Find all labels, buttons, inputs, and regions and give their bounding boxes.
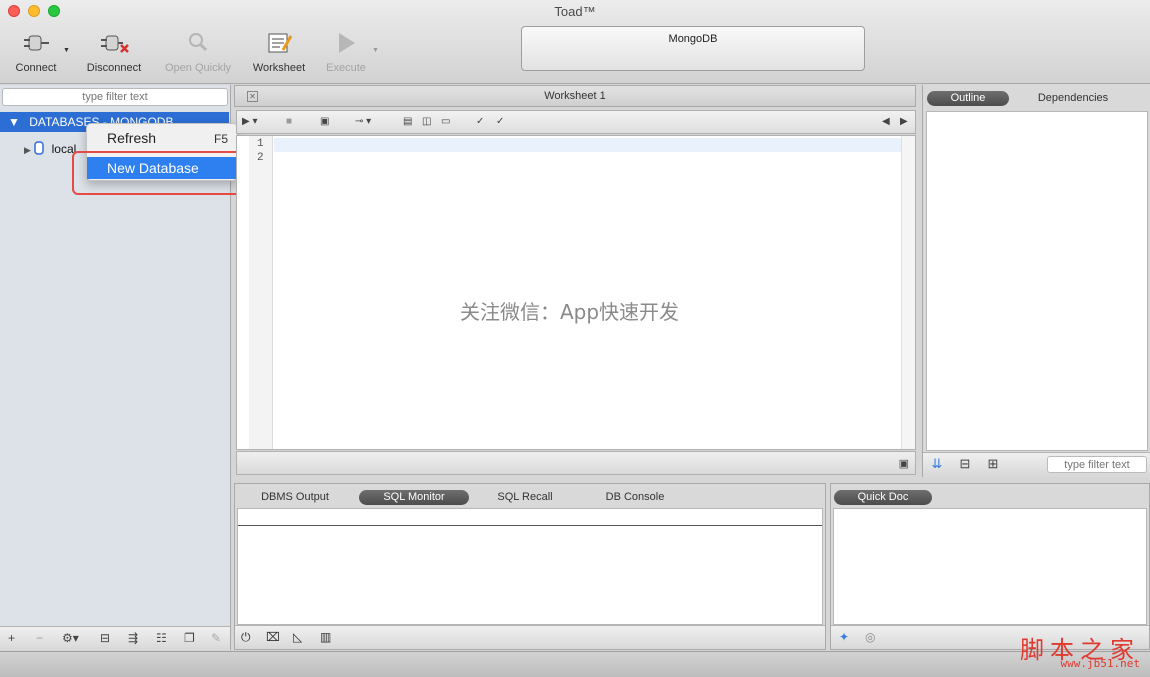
navigator-bottom-bar: + − ⚙▾ ⊟ ⇶ ☷ ❐ ✎ <box>0 626 230 650</box>
collapse-icon[interactable]: ⊟ <box>100 631 110 645</box>
outline-filter-input[interactable] <box>1047 456 1147 473</box>
line-number: 1 <box>257 138 264 150</box>
disconnect-plug-icon <box>101 35 129 53</box>
target-icon[interactable]: ◎ <box>865 630 875 644</box>
connection-name: MongoDB <box>668 33 718 45</box>
layout-split-icon[interactable]: ◫ <box>422 116 431 127</box>
divider <box>238 525 822 526</box>
edit-icon[interactable]: ✎ <box>211 631 221 645</box>
worksheet-status-bar: ▣ <box>236 451 916 475</box>
window-status-bar <box>0 651 1150 677</box>
line-number: 2 <box>257 152 264 164</box>
chart-icon[interactable]: ◺ <box>293 630 302 644</box>
database-icon <box>34 141 45 155</box>
expand-all-icon[interactable]: ⊞ <box>985 456 1001 472</box>
tab-dependencies[interactable]: Dependencies <box>1027 91 1119 106</box>
plug-icon <box>24 35 49 51</box>
worksheet-toolbar: ▶ ▾ ■ ▣ ⊸ ▾ ▤ ◫ ▭ ✓ ✓ ◀ ▶ <box>236 110 916 134</box>
copy-icon[interactable]: ❐ <box>184 631 195 645</box>
execute-dropdown-icon[interactable]: ▼ <box>372 47 379 54</box>
gear-icon[interactable]: ⚙▾ <box>62 631 79 645</box>
merge-icon[interactable]: ⇶ <box>128 631 138 645</box>
connect-button[interactable]: Connect <box>12 30 60 74</box>
add-icon[interactable]: + <box>8 631 15 645</box>
pin-icon[interactable]: ✦ <box>839 630 849 644</box>
line-number-gutter <box>249 136 273 449</box>
output-content <box>237 508 823 625</box>
current-line-highlight <box>274 138 902 152</box>
navigator-filter-input[interactable] <box>2 88 228 106</box>
worksheet-button[interactable]: Worksheet <box>248 30 310 74</box>
editor-scrollbar[interactable] <box>901 136 915 449</box>
lock-icon[interactable]: ▥ <box>320 630 331 644</box>
power-icon[interactable]: ⏻ <box>241 630 251 645</box>
comment-icon[interactable]: ✓ <box>476 116 484 127</box>
menu-item-label: Refresh <box>107 130 157 146</box>
tab-quick-doc[interactable]: Quick Doc <box>834 490 932 505</box>
connect-dropdown-icon[interactable]: ▼ <box>63 47 70 54</box>
tab-dbms-output[interactable]: DBMS Output <box>247 490 343 505</box>
disconnect-button[interactable]: Disconnect <box>82 30 146 74</box>
outline-content <box>926 111 1148 451</box>
output-bottom-bar: ⏻ ⌧ ◺ ▥ <box>235 625 825 649</box>
run-menu-icon[interactable]: ▶ ▾ <box>242 116 258 127</box>
tab-db-console[interactable]: DB Console <box>591 490 679 505</box>
back-arrow-icon[interactable]: ◀ <box>882 116 890 127</box>
layout-full-icon[interactable]: ▤ <box>403 116 412 127</box>
forward-arrow-icon[interactable]: ▶ <box>900 116 908 127</box>
outline-bottom-bar: ⇊ ⊟ ⊞ <box>923 452 1150 476</box>
sort-icon[interactable]: ⇊ <box>929 456 945 472</box>
remove-icon[interactable]: − <box>36 631 43 645</box>
tab-worksheet-1[interactable]: Worksheet 1 <box>235 90 915 102</box>
connection-selector[interactable]: MongoDB <box>521 26 865 71</box>
tree-item-local[interactable]: ▶ local <box>24 141 76 156</box>
expand-arrow-icon[interactable]: ▼ <box>8 115 20 129</box>
terminal-icon[interactable]: ▣ <box>320 116 329 127</box>
uncomment-icon[interactable]: ✓ <box>496 116 504 127</box>
window-toolbar: Toad™ Connect ▼ Disconnect Open Quickly <box>0 0 1150 84</box>
site-url-watermark: www.jb51.net <box>1060 657 1140 670</box>
menu-item-shortcut: F5 <box>213 132 228 146</box>
disclosure-triangle-icon[interactable]: ▶ <box>24 145 31 155</box>
stop-icon[interactable]: ■ <box>286 116 292 127</box>
sql-editor[interactable]: 1 2 关注微信：App快速开发 <box>236 135 916 450</box>
quick-doc-content <box>833 508 1147 625</box>
connect-label: Connect <box>15 62 57 74</box>
clear-icon[interactable]: ⌧ <box>266 630 280 644</box>
menu-item-refresh[interactable]: Refresh F5 <box>87 127 237 149</box>
tab-sql-monitor[interactable]: SQL Monitor <box>359 490 469 505</box>
worksheet-icon <box>268 33 293 53</box>
worksheet-label: Worksheet <box>252 62 306 74</box>
disconnect-label: Disconnect <box>86 62 142 74</box>
play-icon <box>339 33 355 53</box>
output-panel: DBMS Output SQL Monitor SQL Recall DB Co… <box>234 483 826 650</box>
tab-outline[interactable]: Outline <box>927 91 1009 106</box>
open-quickly-button[interactable]: Open Quickly <box>160 30 236 74</box>
maximize-icon[interactable]: ▣ <box>899 457 909 470</box>
hierarchy-icon[interactable]: ☷ <box>156 631 167 645</box>
quick-doc-panel: Quick Doc ✦ ◎ <box>830 483 1150 650</box>
layout-bottom-icon[interactable]: ▭ <box>441 116 450 127</box>
window-title: Toad™ <box>554 4 596 19</box>
worksheet-tab-bar: ✕ Worksheet 1 <box>234 85 916 107</box>
execute-label: Execute <box>326 62 366 74</box>
execute-button[interactable]: Execute <box>322 30 370 74</box>
watermark-text: 关注微信：App快速开发 <box>459 300 680 324</box>
tab-sql-recall[interactable]: SQL Recall <box>485 490 565 505</box>
outline-panel: Outline Dependencies ⇊ ⊟ ⊞ <box>922 85 1150 477</box>
magnifier-icon <box>189 33 208 52</box>
annotation-highlight-box <box>72 151 252 195</box>
collapse-all-icon[interactable]: ⊟ <box>957 456 973 472</box>
open-quickly-label: Open Quickly <box>164 62 232 74</box>
connection-plug-icon[interactable]: ⊸ ▾ <box>355 116 371 127</box>
